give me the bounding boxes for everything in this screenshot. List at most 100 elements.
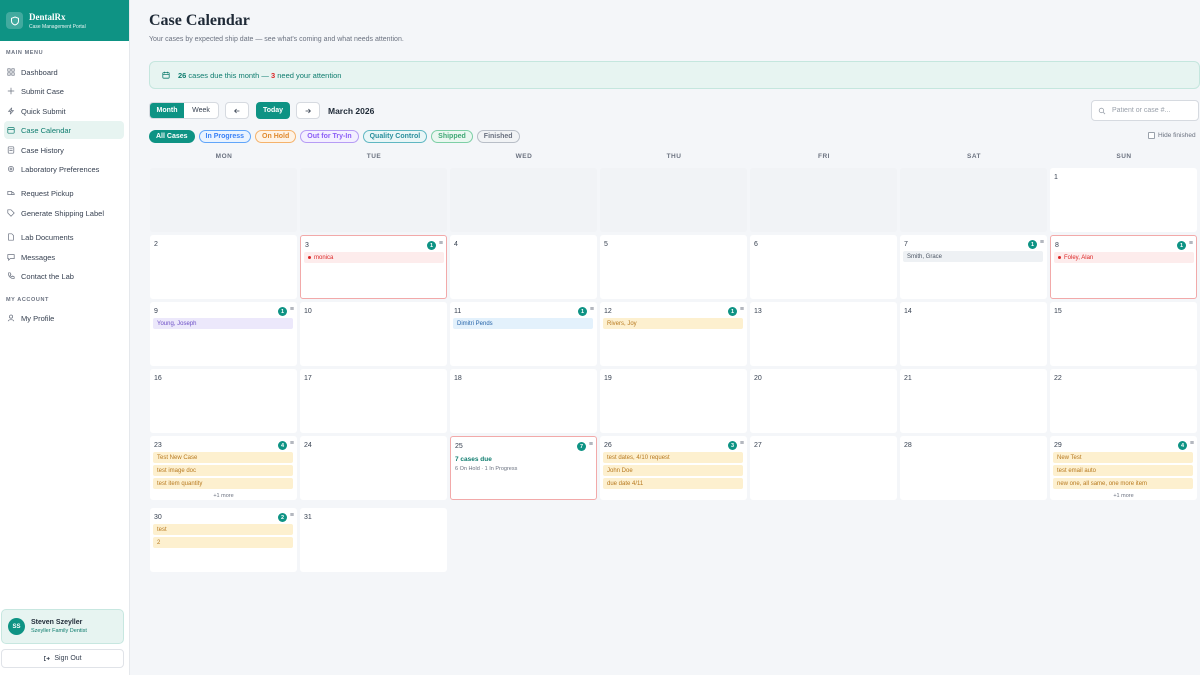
calendar-day-cell[interactable]: 14	[900, 302, 1047, 366]
calendar-day-cell[interactable]: 19	[600, 369, 747, 433]
calendar-day-cell[interactable]: 8 1 ≡ Foley, Alan	[1050, 235, 1197, 299]
calendar-day-cell[interactable]: 24	[300, 436, 447, 500]
calendar-day-cell[interactable]: 18	[450, 369, 597, 433]
prev-month-button[interactable]	[225, 102, 249, 119]
calendar-day-cell[interactable]: 29 4 ≡ New Test test email auto new one, all …	[1050, 436, 1197, 500]
case-pill[interactable]: Dimitri Pends	[453, 318, 593, 329]
more-cases-link[interactable]: +1 more	[150, 493, 297, 499]
calendar-day-cell[interactable]: 27	[750, 436, 897, 500]
filter-chip-quality-control[interactable]: Quality Control	[362, 130, 428, 143]
calendar-day-cell[interactable]: 26 3 ≡ test dates, 4/10 request John Doe due …	[600, 436, 747, 500]
calendar-day-cell[interactable]: 5	[600, 235, 747, 299]
case-pill[interactable]: 2	[153, 537, 293, 548]
list-icon[interactable]: ≡	[740, 440, 744, 447]
sidebar-item-case-calendar[interactable]: Case Calendar	[4, 121, 124, 139]
calendar-day-cell[interactable]: 30 2 ≡ test 2	[150, 508, 297, 572]
filter-chip-shipped[interactable]: Shipped	[431, 130, 473, 143]
sidebar-item-submit-case[interactable]: Submit Case	[4, 82, 124, 100]
sidebar-item-label: Laboratory Preferences	[21, 164, 100, 174]
sidebar-item-case-history[interactable]: Case History	[4, 141, 124, 159]
sign-out-label: Sign Out	[54, 655, 82, 662]
calendar-day-cell[interactable]: 22	[1050, 369, 1197, 433]
calendar-day-cell[interactable]: 11 1 ≡ Dimitri Pends	[450, 302, 597, 366]
list-icon[interactable]: ≡	[590, 306, 594, 313]
calendar-day-cell[interactable]: 28	[900, 436, 1047, 500]
calendar-day-cell[interactable]: 20	[750, 369, 897, 433]
sidebar-item-messages[interactable]: Messages	[4, 248, 124, 266]
case-pill[interactable]: test dates, 4/10 request	[603, 452, 743, 463]
case-pill[interactable]: test email auto	[1053, 465, 1193, 476]
calendar-day-cell[interactable]: 2	[150, 235, 297, 299]
sidebar-item-quick-submit[interactable]: Quick Submit	[4, 102, 124, 120]
case-pill[interactable]: due date 4/11	[603, 478, 743, 489]
list-icon[interactable]: ≡	[1190, 440, 1194, 447]
calendar-day-cell[interactable]: 6	[750, 235, 897, 299]
sign-out-button[interactable]: Sign Out	[1, 649, 124, 668]
list-icon[interactable]: ≡	[1189, 240, 1193, 247]
more-cases-link[interactable]: +1 more	[1050, 493, 1197, 499]
calendar-day-cell[interactable]: 7 1 ≡ Smith, Grace	[900, 235, 1047, 299]
filter-chip-out-for-try-in[interactable]: Out for Try-In	[300, 130, 359, 143]
case-pill[interactable]: John Doe	[603, 465, 743, 476]
calendar-day-cell[interactable]: 1	[1050, 168, 1197, 232]
user-card[interactable]: SS Steven Szeyller Szeyller Family Denti…	[1, 609, 124, 644]
list-icon[interactable]: ≡	[1040, 239, 1044, 246]
calendar-day-cell[interactable]: 17	[300, 369, 447, 433]
filter-chip-in-progress[interactable]: In Progress	[198, 130, 252, 143]
case-count-badge: 4	[278, 441, 287, 450]
sidebar-item-dashboard[interactable]: Dashboard	[4, 63, 124, 81]
sidebar-item-my-profile[interactable]: My Profile	[4, 309, 124, 327]
hide-finished-checkbox[interactable]	[1148, 132, 1155, 139]
case-pill[interactable]: Foley, Alan	[1054, 252, 1194, 263]
sidebar-item-laboratory-preferences[interactable]: Laboratory Preferences	[4, 160, 124, 178]
today-button[interactable]: Today	[256, 102, 290, 119]
calendar-day-cell[interactable]: 31	[300, 508, 447, 572]
calendar-day-cell[interactable]: 13	[750, 302, 897, 366]
case-pill[interactable]: monica	[304, 252, 444, 263]
list-icon[interactable]: ≡	[740, 306, 744, 313]
case-pill[interactable]: Test New Case	[153, 452, 293, 463]
list-icon[interactable]: ≡	[290, 512, 294, 519]
list-icon[interactable]: ≡	[439, 240, 443, 247]
list-icon[interactable]: ≡	[290, 440, 294, 447]
view-week-button[interactable]: Week	[184, 103, 218, 118]
list-icon[interactable]: ≡	[290, 306, 294, 313]
case-pill[interactable]: new one, all same, one more item	[1053, 478, 1193, 489]
case-pill[interactable]: New Test	[1053, 452, 1193, 463]
sidebar-item-lab-documents[interactable]: Lab Documents	[4, 228, 124, 246]
calendar-day-cell[interactable]: 23 4 ≡ Test New Case test image doc test item…	[150, 436, 297, 500]
case-pill[interactable]: test	[153, 524, 293, 535]
banner-text-2: need your attention	[275, 70, 342, 80]
next-month-button[interactable]	[296, 102, 320, 119]
hide-finished-toggle[interactable]: Hide finished	[1148, 132, 1196, 139]
calendar-day-cell[interactable]: 12 1 ≡ Rivers, Joy	[600, 302, 747, 366]
search-input[interactable]	[1112, 107, 1192, 114]
case-pill[interactable]: test item quantity	[153, 478, 293, 489]
filter-chip-on-hold[interactable]: On Hold	[255, 130, 297, 143]
calendar-day-cell[interactable]: 16	[150, 369, 297, 433]
list-icon[interactable]: ≡	[589, 441, 593, 448]
calendar-day-cell[interactable]: 3 1 ≡ monica	[300, 235, 447, 299]
case-count-badge: 4	[1178, 441, 1187, 450]
case-pill[interactable]: Young, Joseph	[153, 318, 293, 329]
calendar-day-cell[interactable]: 9 1 ≡ Young, Joseph	[150, 302, 297, 366]
case-label: monica	[314, 254, 334, 261]
filter-chip-finished[interactable]: Finished	[476, 130, 520, 143]
calendar-day-cell[interactable]: 21	[900, 369, 1047, 433]
case-pill[interactable]: Rivers, Joy	[603, 318, 743, 329]
case-pill[interactable]: test image doc	[153, 465, 293, 476]
calendar-day-cell[interactable]: 25 7 ≡ 7 cases due 6 On Hold · 1 In Progress	[450, 436, 597, 500]
calendar-day-cell[interactable]: 4	[450, 235, 597, 299]
filter-chip-all-cases[interactable]: All Cases	[149, 130, 195, 143]
sidebar-item-request-pickup[interactable]: Request Pickup	[4, 184, 124, 202]
sidebar-item-label: Lab Documents	[21, 232, 74, 242]
calendar-day-cell[interactable]: 10	[300, 302, 447, 366]
case-pill[interactable]: Smith, Grace	[903, 251, 1043, 262]
sidebar-item-generate-shipping-label[interactable]: Generate Shipping Label	[4, 204, 124, 222]
view-month-button[interactable]: Month	[150, 103, 184, 118]
plus-icon	[7, 87, 15, 95]
sidebar-item-contact-the-lab[interactable]: Contact the Lab	[4, 267, 124, 285]
calendar-day-cell[interactable]: 15	[1050, 302, 1197, 366]
calendar-cell-empty	[900, 168, 1047, 232]
grid-icon	[7, 68, 15, 76]
